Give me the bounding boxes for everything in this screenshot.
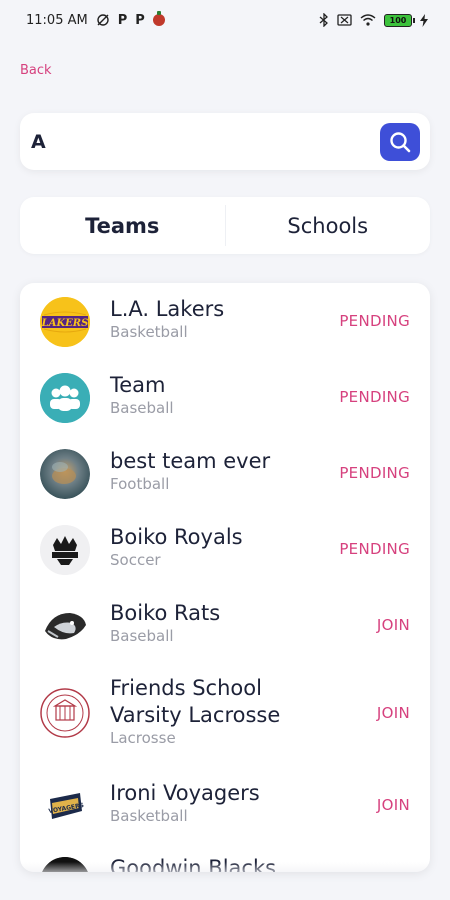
royals-logo — [40, 525, 90, 575]
lakers-logo: LAKERS — [40, 297, 90, 347]
battery-icon: 100 — [384, 13, 415, 27]
list-item-text: Friends School Varsity Lacrosse Lacrosse — [110, 675, 280, 747]
tomato-icon — [152, 11, 165, 26]
list-item-text: L.A. Lakers Basketball — [110, 296, 224, 341]
team-sport: Basketball — [110, 323, 188, 341]
sim-icon — [337, 14, 352, 26]
list-item[interactable]: Friends School Varsity Lacrosse Lacrosse… — [20, 676, 430, 750]
status-pending[interactable]: PENDING — [339, 464, 410, 482]
results-list: LAKERS L.A. Lakers Basketball PENDING Te… — [20, 283, 430, 872]
team-sport: Football — [110, 475, 170, 493]
svg-text:LAKERS: LAKERS — [41, 318, 89, 329]
status-pending[interactable]: PENDING — [339, 388, 410, 406]
list-item[interactable]: best team ever Football PENDING — [20, 449, 430, 499]
team-name: Boiko Royals — [110, 525, 243, 549]
status-pending[interactable]: PENDING — [339, 540, 410, 558]
team-sport: Baseball — [110, 627, 174, 645]
list-item[interactable]: Team Baseball PENDING — [20, 373, 430, 423]
status-pending[interactable]: PENDING — [339, 312, 410, 330]
status-join[interactable]: JOIN — [377, 616, 410, 634]
search-input[interactable] — [31, 130, 380, 153]
tab-teams[interactable]: Teams — [20, 197, 225, 254]
status-right: 100 — [319, 13, 428, 27]
school-seal-logo — [40, 688, 90, 738]
group-icon — [40, 373, 90, 423]
rats-logo — [40, 601, 90, 651]
search-bar — [20, 113, 430, 170]
search-button[interactable] — [380, 122, 420, 161]
photo-avatar — [40, 449, 90, 499]
team-name: Team — [110, 373, 166, 397]
list-item-text: Boiko Royals Soccer — [110, 524, 243, 569]
list-item[interactable]: VOYAGERS Ironi Voyagers Basketball JOIN — [20, 781, 430, 831]
voyagers-logo: VOYAGERS — [40, 781, 90, 831]
team-sport: Basketball — [110, 807, 188, 825]
mute-icon — [97, 14, 109, 26]
search-icon — [390, 131, 411, 152]
list-item[interactable]: LAKERS L.A. Lakers Basketball PENDING — [20, 297, 430, 347]
clock: 11:05 AM — [26, 12, 88, 28]
wifi-icon — [360, 14, 376, 26]
list-item-text: Team Baseball — [110, 372, 174, 417]
bluetooth-icon — [319, 13, 328, 27]
list-item[interactable]: Boiko Rats Baseball JOIN — [20, 601, 430, 651]
status-join[interactable]: JOIN — [377, 796, 410, 814]
back-button[interactable]: Back — [20, 63, 52, 78]
team-name: Boiko Rats — [110, 601, 221, 625]
team-name: Ironi Voyagers — [110, 781, 260, 805]
tab-schools[interactable]: Schools — [226, 197, 431, 254]
team-sport: Lacrosse — [110, 729, 176, 747]
list-bottom-fade — [20, 862, 430, 872]
list-item-text: Boiko Rats Baseball — [110, 600, 220, 645]
status-left: 11:05 AM P P — [26, 11, 165, 28]
team-name-line1: Friends School — [110, 676, 262, 700]
status-join[interactable]: JOIN — [377, 704, 410, 722]
team-sport: Baseball — [110, 399, 174, 417]
team-name-line2: Varsity Lacrosse — [110, 703, 281, 727]
p-icon: P — [117, 12, 128, 28]
team-name: L.A. Lakers — [110, 297, 225, 321]
list-item[interactable]: Boiko Royals Soccer PENDING — [20, 525, 430, 575]
status-bar: 11:05 AM P P 100 — [0, 0, 450, 40]
team-sport: Soccer — [110, 551, 161, 569]
p-icon: P — [135, 12, 145, 28]
list-item-text: best team ever Football — [110, 448, 270, 493]
list-item-text: Ironi Voyagers Basketball — [110, 780, 260, 825]
tab-bar: Teams Schools — [20, 197, 430, 254]
team-name: best team ever — [110, 449, 271, 473]
charging-icon — [420, 13, 428, 27]
